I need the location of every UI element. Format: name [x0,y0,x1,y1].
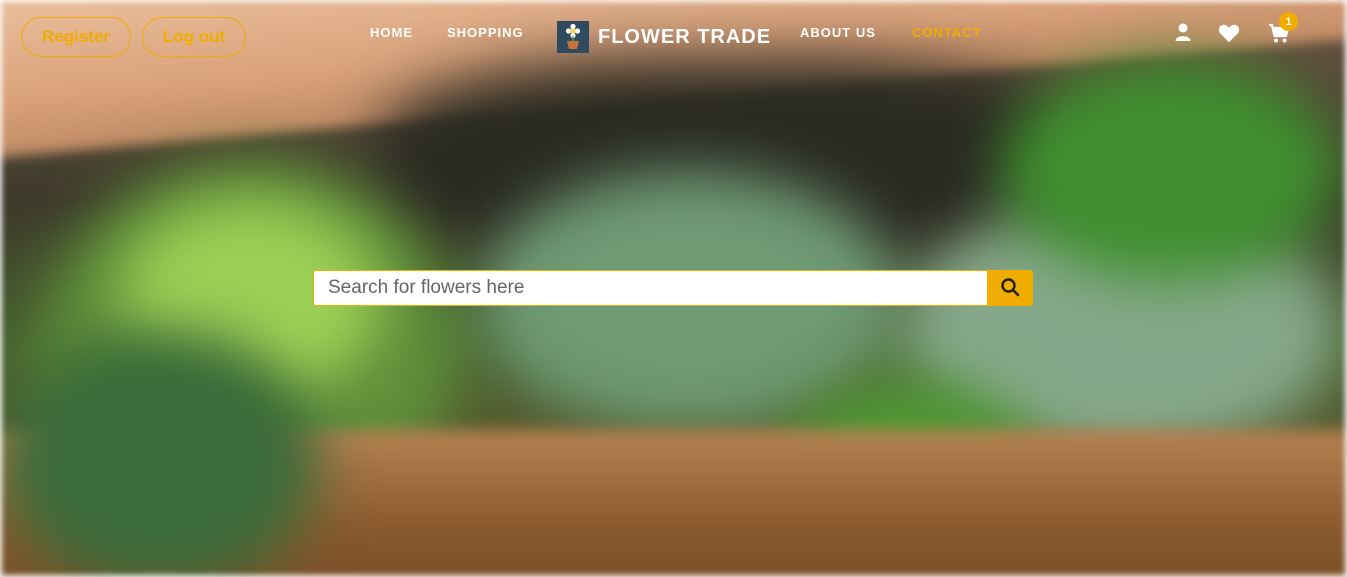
nav-home-link[interactable]: HOME [370,25,413,40]
brand-name: FLOWER TRADE [598,25,772,48]
search-input[interactable] [313,270,987,306]
cart-count-badge: 1 [1279,12,1298,31]
site-header: Register Log out HOME SHOPPING FLOWER TR… [0,0,1347,70]
search-bar [313,270,1033,306]
nav-shopping-link[interactable]: SHOPPING [447,25,524,40]
logout-button[interactable]: Log out [142,17,246,57]
nav-contact-link[interactable]: CONTACT [912,25,982,40]
flower-pot-icon [557,21,589,53]
search-icon [1000,277,1020,300]
user-icon[interactable] [1172,22,1194,44]
search-button[interactable] [987,270,1033,306]
brand-logo-link[interactable]: FLOWER TRADE [557,21,771,53]
nav-about-link[interactable]: ABOUT US [800,25,876,40]
heart-icon[interactable] [1218,22,1240,44]
register-button[interactable]: Register [21,17,131,57]
